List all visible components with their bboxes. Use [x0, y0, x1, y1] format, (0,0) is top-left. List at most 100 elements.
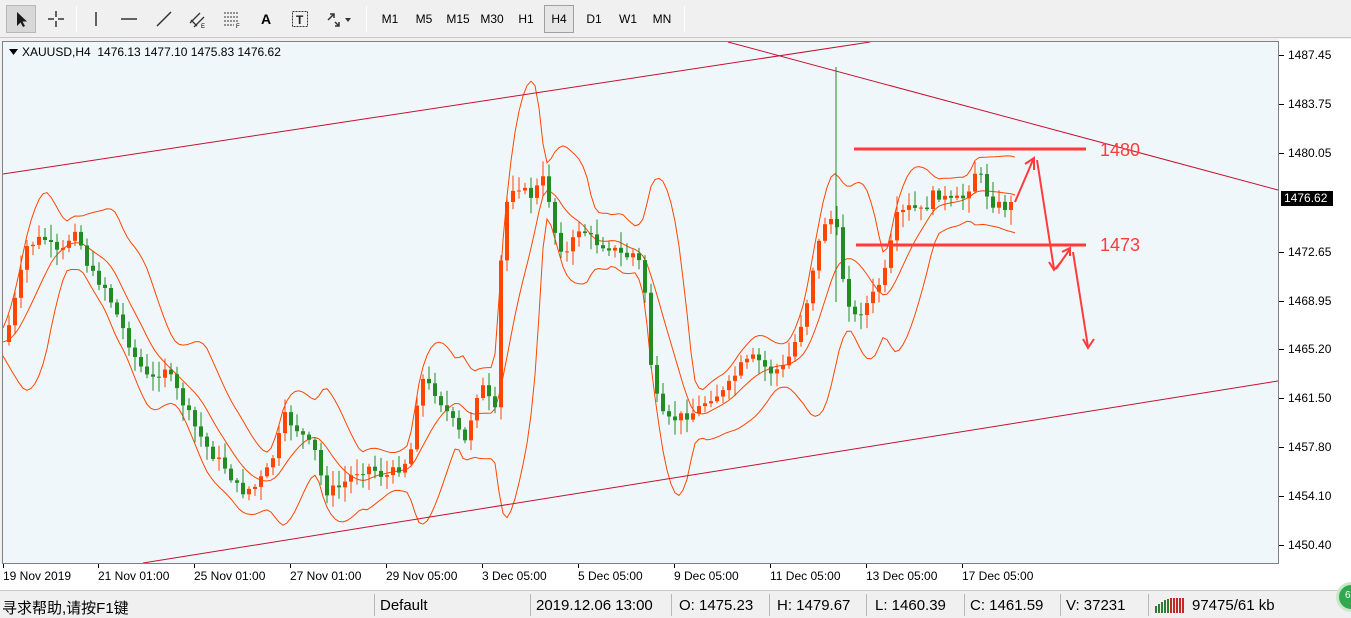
candle-body — [553, 201, 557, 233]
candle-body — [751, 354, 755, 359]
timeframe-m1[interactable]: M1 — [374, 5, 406, 33]
candle-body — [439, 396, 443, 406]
candle-body — [451, 411, 455, 418]
candle-body — [697, 406, 701, 414]
vertical-line-button[interactable] — [82, 5, 110, 33]
channel-upper-line — [3, 42, 871, 175]
help-hint: 寻求帮助,请按F1键 — [2, 600, 129, 617]
status-separator — [866, 594, 867, 616]
svg-text:F: F — [236, 24, 240, 29]
candle-body — [127, 328, 131, 348]
price-label: 1454.10 — [1288, 489, 1332, 503]
cursor-tool-button[interactable] — [6, 5, 36, 33]
profile-name[interactable]: Default — [380, 597, 428, 614]
forecast-arrow-down — [1072, 251, 1089, 348]
timeframe-mn[interactable]: MN — [646, 5, 678, 33]
candle-body — [235, 480, 239, 483]
candle-body — [139, 357, 143, 367]
candle-body — [385, 475, 389, 477]
arrows-menu-button[interactable] — [320, 5, 360, 33]
candle-body — [79, 231, 83, 246]
timeframe-m30[interactable]: M30 — [476, 5, 508, 33]
candle-body — [991, 196, 995, 208]
timeframe-d1[interactable]: D1 — [578, 5, 610, 33]
candle-body — [295, 425, 299, 432]
fibonacci-button[interactable]: F — [218, 5, 246, 33]
candle-body — [193, 410, 197, 427]
candle-body — [427, 378, 431, 384]
timeframe-m5[interactable]: M5 — [408, 5, 440, 33]
candle-body — [559, 232, 563, 252]
candle-body — [589, 233, 593, 235]
channel-lower-line — [142, 380, 1278, 563]
crosshair-tool-button[interactable] — [41, 5, 71, 33]
arrows-menu-icon — [327, 13, 351, 27]
candle-body — [895, 212, 899, 241]
channel-button[interactable]: E — [184, 5, 212, 33]
candle-body — [493, 396, 497, 408]
candle-body — [301, 431, 305, 435]
candle-body — [7, 325, 11, 342]
candle-body — [253, 486, 257, 489]
candle-body — [613, 247, 617, 251]
time-label: 19 Nov 2019 — [3, 569, 72, 583]
candle-body — [703, 403, 707, 407]
candle-body — [907, 205, 911, 210]
bar-volume: V: 37231 — [1066, 597, 1126, 614]
candle-body — [49, 240, 53, 242]
candle-body — [841, 227, 845, 279]
candle-body — [925, 207, 929, 210]
price-tick — [1279, 496, 1284, 497]
candle-body — [97, 270, 101, 285]
candle-body — [133, 347, 137, 357]
chart-plot-area[interactable]: XAUUSD,H4 1476.13 1477.10 1475.83 1476.6… — [2, 41, 1279, 564]
candle-body — [973, 173, 977, 192]
candle-body — [121, 314, 125, 329]
candle-body — [67, 240, 71, 248]
candle-body — [379, 470, 383, 477]
time-label: 21 Nov 01:00 — [98, 569, 170, 583]
time-axis[interactable]: 19 Nov 2019 21 Nov 01:00 25 Nov 01:00 27… — [0, 564, 1279, 590]
trendline-icon — [156, 11, 172, 27]
price-tick — [1279, 301, 1284, 302]
horizontal-line-button[interactable] — [115, 5, 143, 33]
bar-open: O: 1475.23 — [679, 597, 754, 614]
candle-body — [157, 376, 161, 378]
status-separator — [1060, 594, 1061, 616]
price-tick — [1279, 55, 1284, 56]
candle-body — [715, 396, 719, 402]
trendline-button[interactable] — [150, 5, 178, 33]
candle-body — [595, 234, 599, 246]
text-label-button[interactable]: T — [286, 5, 314, 33]
timeframe-h4[interactable]: H4 — [544, 5, 574, 33]
candle-body — [871, 291, 875, 304]
level-label-1480: 1480 — [1100, 140, 1141, 160]
price-axis[interactable]: 1487.45 1483.75 1480.05 1472.65 1468.95 … — [1279, 39, 1351, 590]
bar-low: L: 1460.39 — [875, 597, 946, 614]
candle-body — [943, 195, 947, 200]
candle-body — [1003, 201, 1007, 210]
candle-body — [445, 405, 449, 412]
forecast-arrow-up — [1014, 159, 1034, 203]
candle-body — [289, 412, 293, 426]
price-tick — [1279, 349, 1284, 350]
time-tick — [962, 564, 963, 568]
candle-body — [931, 190, 935, 209]
timeframe-m15[interactable]: M15 — [442, 5, 474, 33]
candle-body — [913, 205, 917, 208]
text-button[interactable]: A — [252, 5, 280, 33]
connection-status-icon[interactable] — [1155, 597, 1187, 613]
candle-body — [511, 190, 515, 202]
timeframe-w1[interactable]: W1 — [612, 5, 644, 33]
price-label: 1483.75 — [1288, 97, 1332, 111]
candle-body — [571, 237, 575, 252]
candle-body — [685, 413, 689, 420]
candle-body — [313, 439, 317, 450]
timeframe-h1[interactable]: H1 — [510, 5, 542, 33]
candle-body — [517, 190, 521, 192]
candle-body — [901, 209, 905, 213]
time-label: 3 Dec 05:00 — [482, 569, 547, 583]
candle-body — [19, 269, 23, 298]
candle-body — [985, 174, 989, 197]
candle-body — [325, 475, 329, 496]
